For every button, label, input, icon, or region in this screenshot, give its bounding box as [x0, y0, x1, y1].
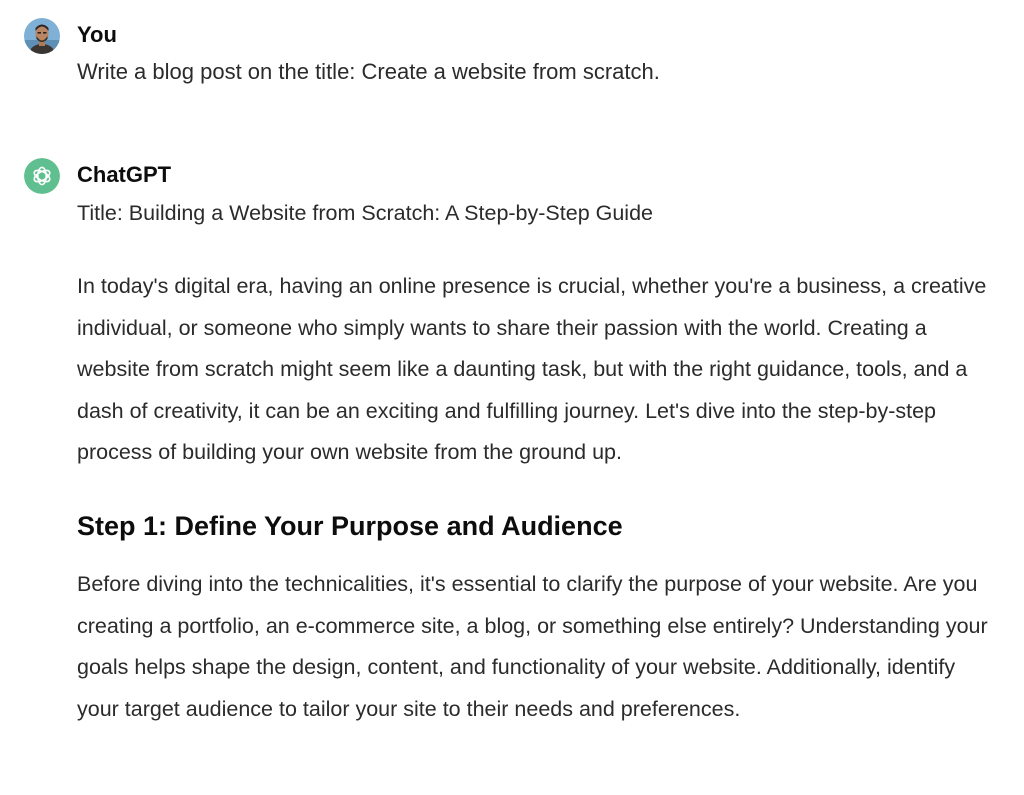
user-avatar: [24, 18, 60, 54]
response-title-line: Title: Building a Website from Scratch: …: [77, 201, 653, 225]
step-1-text: Before diving into the technicalities, i…: [77, 572, 988, 721]
step-1-heading: Step 1: Define Your Purpose and Audience: [77, 511, 623, 541]
user-name: You: [77, 22, 117, 47]
user-message-text: Write a blog post on the title: Create a…: [77, 59, 660, 84]
openai-logo-icon: [24, 158, 60, 194]
assistant-name: ChatGPT: [77, 162, 172, 187]
user-photo-avatar-icon: [24, 18, 60, 54]
response-intro-paragraph: In today's digital era, having an online…: [77, 266, 992, 474]
intro-text: In today's digital era, having an online…: [77, 274, 987, 464]
step-1-paragraph: Before diving into the technicalities, i…: [77, 564, 992, 730]
assistant-avatar: [24, 158, 60, 194]
